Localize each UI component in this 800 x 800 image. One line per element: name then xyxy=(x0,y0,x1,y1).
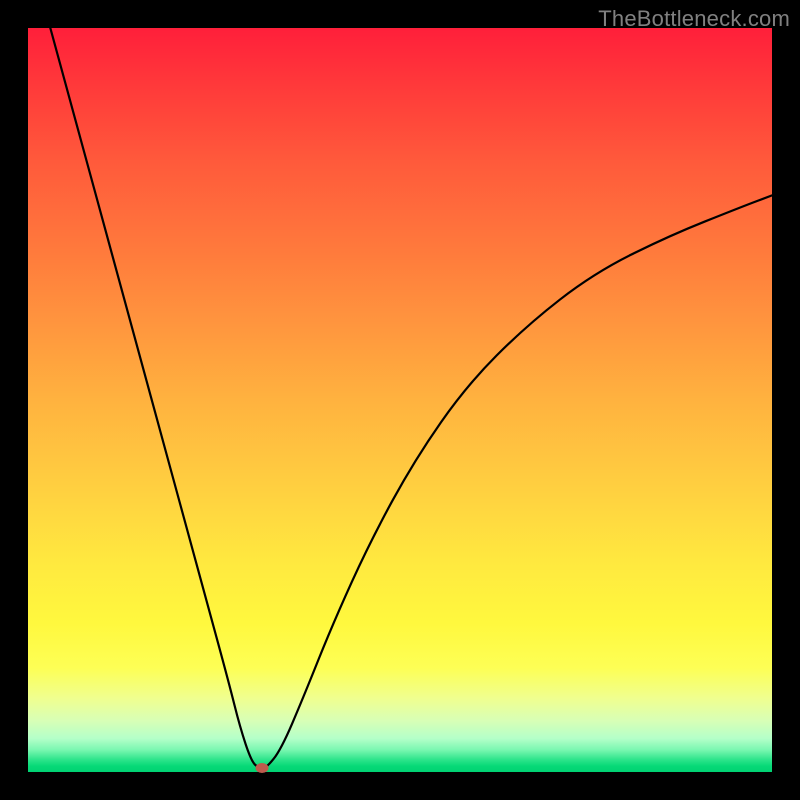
optimum-marker xyxy=(255,763,268,773)
curve-svg xyxy=(28,28,772,772)
bottleneck-curve xyxy=(50,28,772,768)
plot-area xyxy=(28,28,772,772)
chart-frame: TheBottleneck.com xyxy=(0,0,800,800)
